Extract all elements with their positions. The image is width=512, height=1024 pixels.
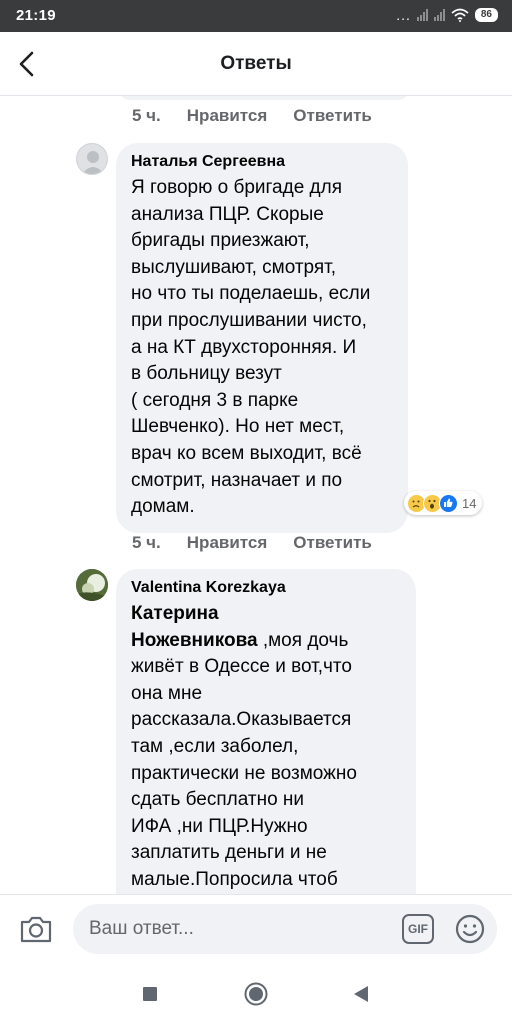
avatar[interactable]: [76, 143, 108, 175]
status-bar: 21:19 ... 86: [0, 0, 512, 32]
reactions-summary[interactable]: 14: [404, 491, 483, 515]
comment-text: Катерина Ножевникова ,моя дочь живёт в О…: [131, 601, 402, 894]
profile-photo-icon: [76, 569, 108, 601]
comment-bubble: Наталья Сергеевна Я говорю о бригаде для…: [116, 143, 408, 533]
camera-icon[interactable]: [18, 913, 54, 945]
smiley-icon[interactable]: [454, 913, 486, 945]
mention-link[interactable]: Катерина Ножевникова: [131, 603, 258, 651]
reply-button[interactable]: Ответить: [293, 533, 372, 553]
like-button[interactable]: Нравится: [187, 533, 268, 553]
reply-input[interactable]: [89, 904, 389, 954]
battery-icon: 86: [474, 8, 498, 22]
comment-author[interactable]: Наталья Сергеевна: [131, 153, 394, 171]
reply-field[interactable]: GIF: [73, 904, 497, 954]
reaction-count: 14: [462, 495, 477, 511]
comment-text: Я говорю о бригаде для анализа ПЦР. Скор…: [131, 177, 371, 518]
page-title: Ответы: [220, 53, 292, 74]
header: Ответы: [0, 32, 512, 96]
gif-button[interactable]: GIF: [402, 914, 434, 944]
signal-icon: [433, 9, 445, 21]
replies-feed[interactable]: 5 ч. Нравится Ответить Наталья Сергеевна…: [0, 96, 512, 894]
comment-time: 5 ч.: [132, 533, 161, 552]
reply-composer: GIF: [0, 894, 512, 964]
like-button[interactable]: Нравится: [187, 106, 268, 126]
like-icon: [439, 493, 458, 513]
recent-apps-square-icon[interactable]: [137, 981, 163, 1007]
back-triangle-icon[interactable]: [348, 981, 374, 1007]
avatar[interactable]: [76, 569, 108, 601]
status-dots: ...: [396, 7, 411, 23]
default-avatar-icon: [82, 151, 104, 174]
signal-icon: [416, 9, 428, 21]
previous-comment-actions: 5 ч. Нравится Ответить: [132, 106, 398, 126]
wifi-icon: [451, 8, 469, 22]
reply-button[interactable]: Ответить: [293, 106, 372, 126]
comment-actions: 5 ч. Нравится Ответить: [132, 533, 398, 553]
home-circle-icon[interactable]: [243, 981, 269, 1007]
status-time: 21:19: [16, 7, 56, 24]
comment-bubble: Valentina Korezkaya Катерина Ножевникова…: [116, 569, 416, 894]
status-icons: ... 86: [396, 8, 498, 22]
system-nav-bar: [0, 964, 512, 1024]
comment-body: ,моя дочь живёт в Одессе и вот,что она м…: [131, 629, 357, 890]
previous-comment-bubble: [118, 96, 410, 100]
comment-author[interactable]: Valentina Korezkaya: [131, 579, 402, 597]
comment-time: 5 ч.: [132, 106, 161, 125]
